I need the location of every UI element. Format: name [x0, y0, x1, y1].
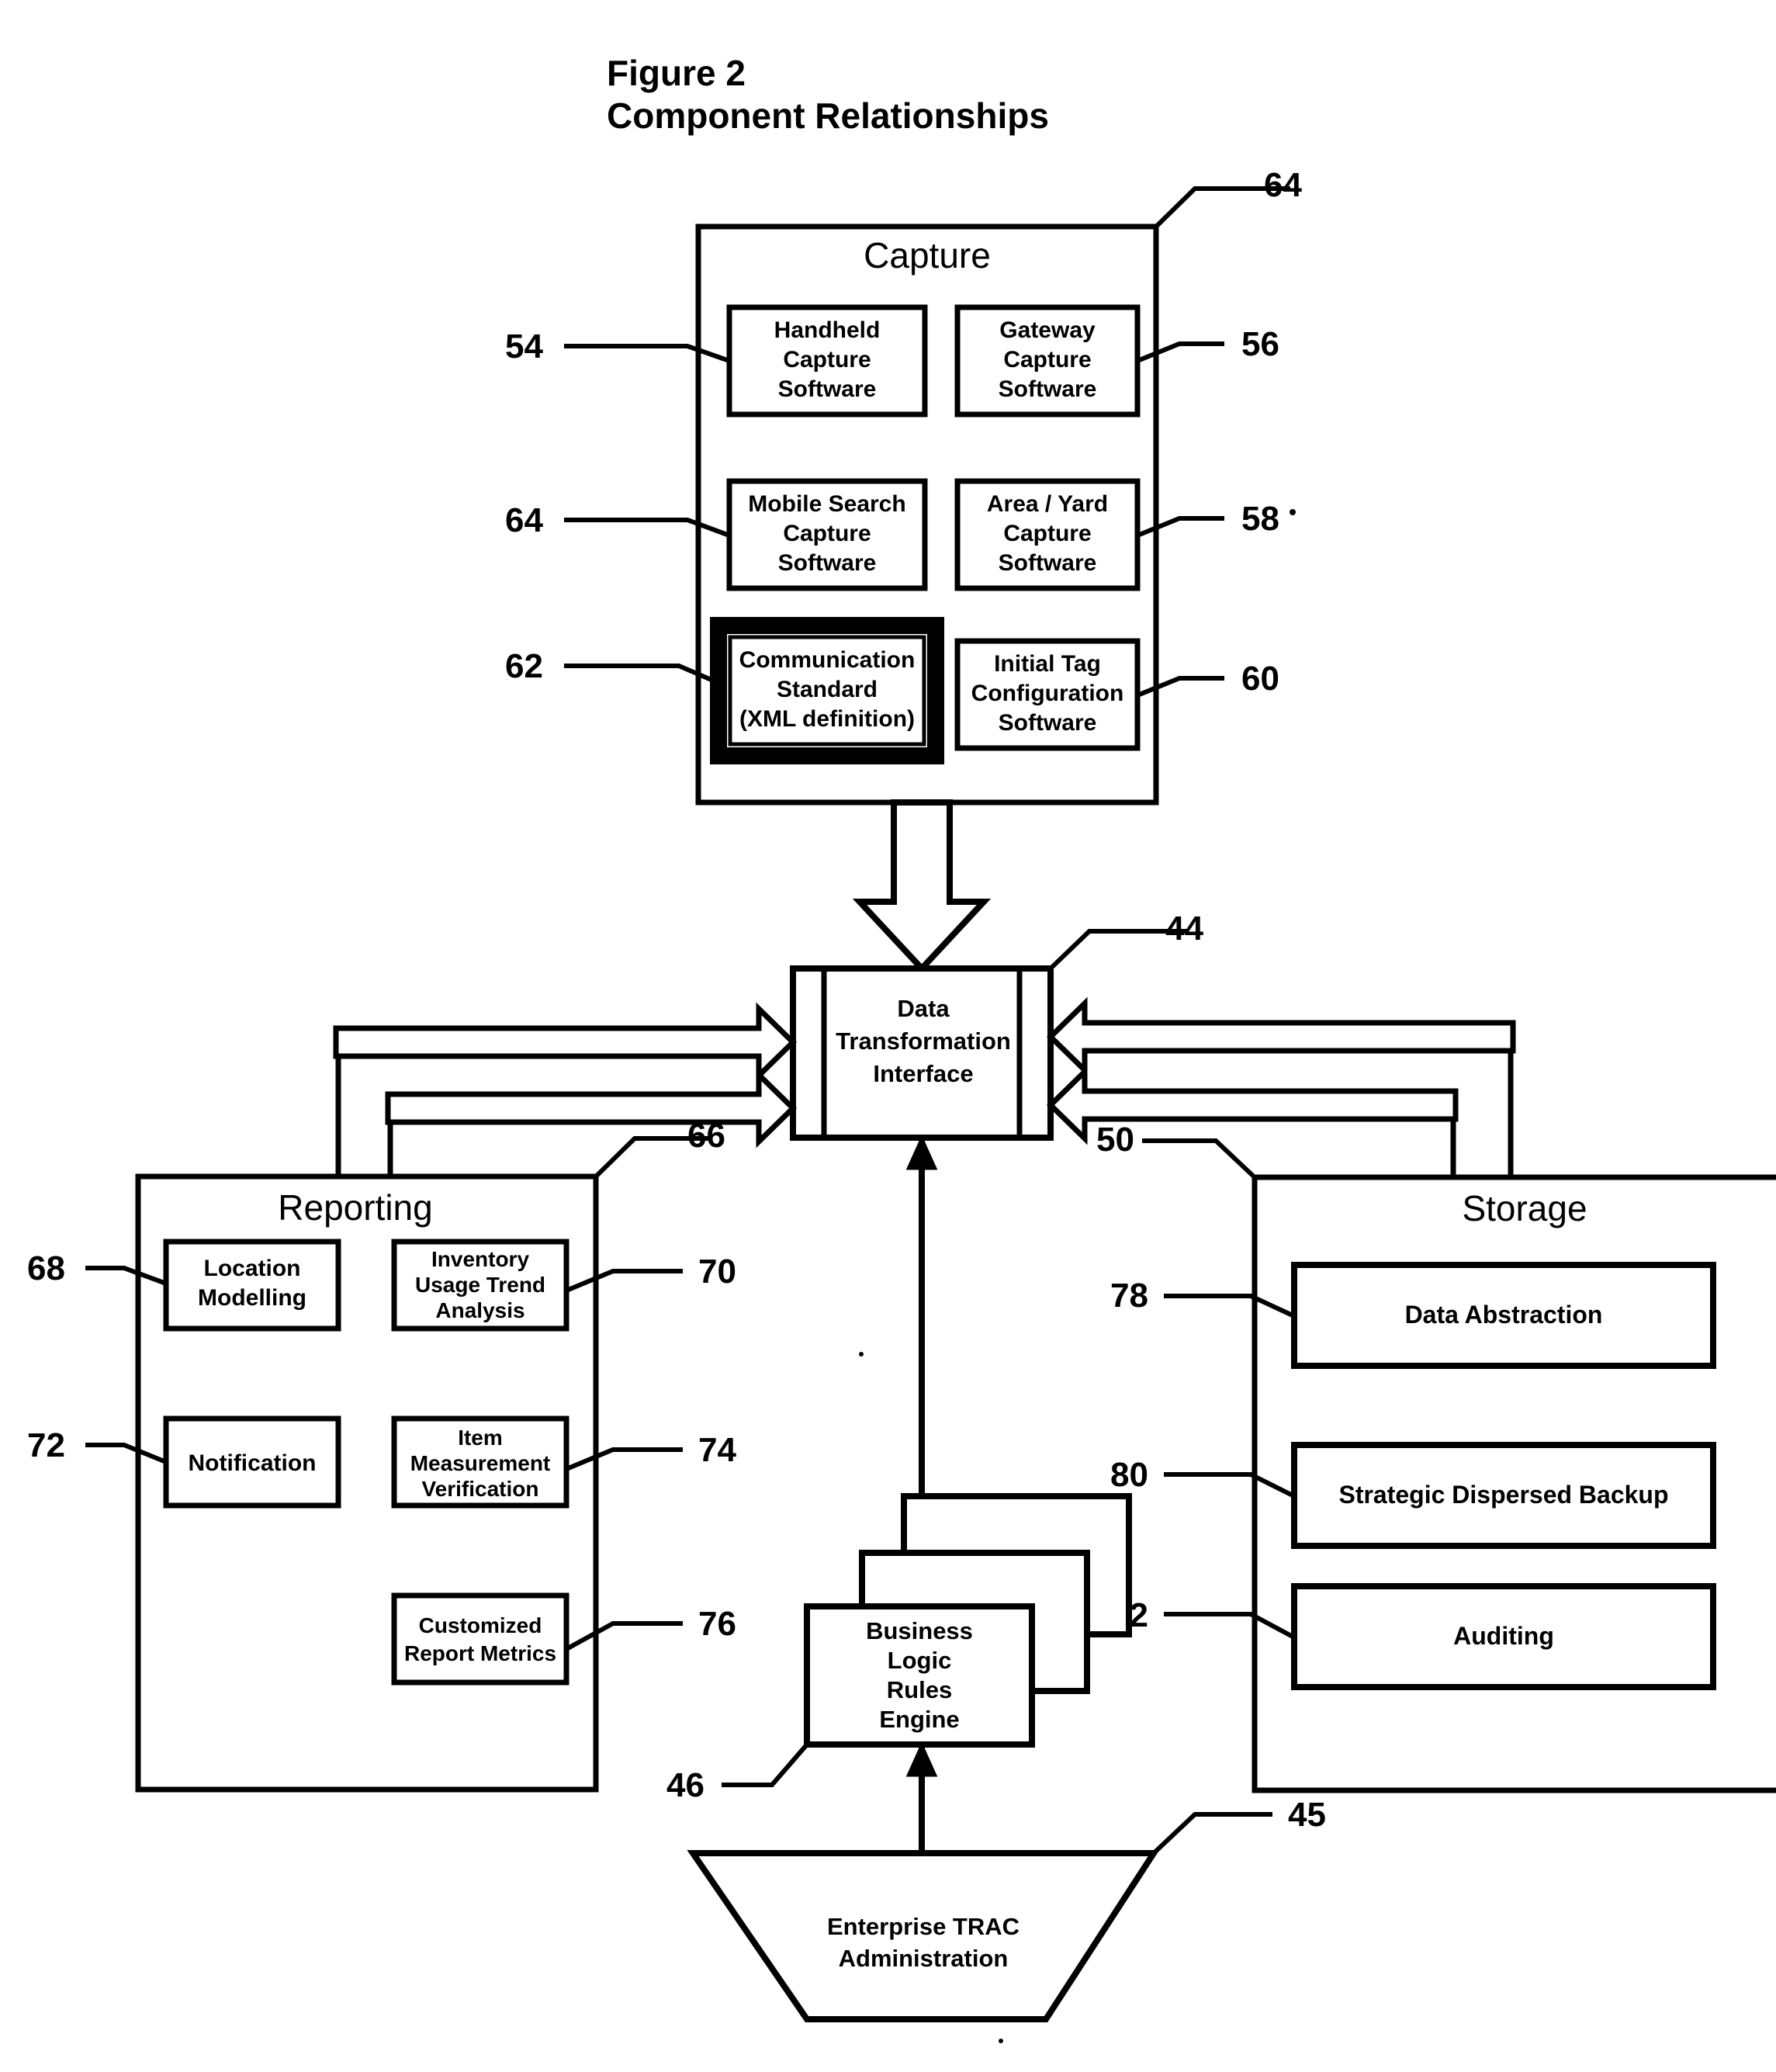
reporting-box-notification-line1: Notification: [189, 1450, 317, 1476]
arrow-capture-to-interface: [852, 799, 992, 973]
arrow-storage-to-interface-upper: [1046, 996, 1516, 1077]
reporting-box-customized-report-metrics: [391, 1592, 569, 1686]
capture-box-initial-tag-line1: Initial Tag: [994, 651, 1101, 677]
reporting-box-location-modelling-line2: Modelling: [198, 1285, 306, 1311]
ref-number-72: 72: [27, 1426, 65, 1464]
ref-number-66: 66: [687, 1117, 725, 1155]
reporting-box-inventory-usage-trend-line1: Inventory: [431, 1247, 529, 1271]
reporting-box-item-measurement-verification-line2: Measurement: [410, 1451, 551, 1475]
capture-box-area-yard-line3: Software: [999, 550, 1097, 576]
capture-box-communication-standard-line1: Communication: [739, 647, 916, 673]
reporting-box-inventory-usage-trend-line2: Usage Trend: [415, 1273, 545, 1297]
admin-label-line1: Enterprise TRAC: [827, 1913, 1020, 1940]
reporting-box-customized-report-metrics-line2: Report Metrics: [404, 1641, 556, 1665]
ref-number-54: 54: [505, 327, 543, 366]
leader-line-ref-62: [564, 664, 720, 685]
scan-speck-2: [859, 1352, 864, 1357]
ref-number-45: 45: [1288, 1796, 1326, 1834]
reporting-group: Reporting 66 Location Modelling 68 Inven…: [27, 1117, 736, 1793]
capture-group-label: Capture: [864, 235, 991, 275]
engine-label-line1: Business: [866, 1617, 973, 1644]
capture-box-gateway-line1: Gateway: [999, 317, 1096, 343]
arrow-reporting-to-interface-lower: [385, 1068, 798, 1149]
capture-box-gateway-line2: Capture: [1003, 347, 1091, 372]
arrow-reporting-to-interface-upper: [333, 1002, 798, 1083]
engine-label-line3: Rules: [887, 1676, 952, 1703]
ref-number-capture-64: 64: [1264, 166, 1302, 204]
reporting-group-label: Reporting: [278, 1187, 432, 1228]
reporting-box-item-measurement-verification-line1: Item: [458, 1426, 503, 1450]
storage-box-auditing-label: Auditing: [1453, 1622, 1554, 1650]
ref-number-70: 70: [698, 1253, 736, 1291]
scan-speck-3: [999, 2039, 1003, 2043]
interface-label-line1: Data: [897, 995, 950, 1022]
capture-box-mobile-search-line2: Capture: [783, 521, 871, 546]
capture-box-handheld-line2: Capture: [783, 347, 871, 372]
reporting-box-location-modelling-line1: Location: [204, 1256, 301, 1281]
scan-speck-1: [1290, 509, 1296, 515]
capture-box-handheld-line1: Handheld: [774, 317, 881, 343]
arrowhead-admin-to-engine: [905, 1741, 938, 1777]
interface-label-line2: Transformation: [836, 1027, 1011, 1055]
engine-label-line2: Logic: [888, 1647, 952, 1674]
capture-box-mobile-search-line1: Mobile Search: [748, 491, 905, 517]
capture-box-gateway-line3: Software: [999, 376, 1097, 402]
storage-box-strategic-dispersed-backup-label: Strategic Dispersed Backup: [1338, 1481, 1668, 1509]
ref-number-76: 76: [698, 1605, 736, 1643]
leader-line-ref-45: [1151, 1812, 1272, 1855]
capture-box-communication-standard-line2: Standard: [777, 677, 878, 702]
ref-number-64: 64: [505, 501, 543, 539]
leader-line-ref-46: [722, 1743, 809, 1787]
reporting-box-customized-report-metrics-line1: Customized: [419, 1613, 542, 1637]
storage-group-label: Storage: [1462, 1188, 1587, 1228]
figure-canvas: Figure 2 Component Relationships Capture…: [0, 0, 1776, 2072]
ref-number-80: 80: [1110, 1456, 1148, 1494]
capture-box-handheld-line3: Software: [778, 376, 877, 402]
business-logic-rules-engine: Business Logic Rules Engine 46: [666, 1493, 1132, 1804]
ref-number-78: 78: [1110, 1277, 1148, 1315]
reporting-box-inventory-usage-trend-line3: Analysis: [435, 1298, 524, 1322]
engine-label-line4: Engine: [879, 1706, 959, 1733]
ref-number-50: 50: [1096, 1121, 1134, 1159]
figure-title-line1: Figure 2: [607, 53, 746, 93]
ref-number-58: 58: [1241, 500, 1279, 538]
reporting-box-item-measurement-verification-line3: Verification: [422, 1477, 539, 1501]
figure-title-line2: Component Relationships: [607, 95, 1049, 136]
storage-box-data-abstraction-label: Data Abstraction: [1405, 1301, 1603, 1329]
ref-number-74: 74: [698, 1431, 736, 1469]
interface-label-line3: Interface: [873, 1060, 973, 1087]
arrowhead-engine-to-interface: [905, 1135, 938, 1170]
admin-label-line2: Administration: [839, 1945, 1009, 1972]
leader-line-storage-ref: [1142, 1138, 1257, 1180]
ref-number-62: 62: [505, 647, 543, 685]
capture-box-initial-tag-line3: Software: [999, 710, 1097, 736]
ref-number-46: 46: [666, 1766, 705, 1804]
enterprise-trac-administration: Enterprise TRAC Administration 45: [687, 1796, 1326, 2022]
ref-number-56: 56: [1241, 325, 1279, 363]
capture-box-communication-standard-line3: (XML definition): [739, 706, 915, 732]
capture-group: Capture 64 Handheld Capture Software 54 …: [505, 166, 1302, 806]
ref-number-68: 68: [27, 1249, 65, 1287]
capture-box-area-yard-line2: Capture: [1003, 521, 1091, 546]
capture-box-area-yard-line1: Area / Yard: [987, 491, 1108, 517]
capture-box-mobile-search-line3: Software: [778, 550, 877, 576]
storage-group: Storage 50 Data Abstraction 78 Strategic…: [1096, 1121, 1776, 1793]
patent-diagram-svg: Figure 2 Component Relationships Capture…: [27, 53, 1776, 2043]
capture-box-initial-tag-line2: Configuration: [971, 681, 1124, 706]
ref-number-60: 60: [1241, 660, 1279, 698]
ref-number-44: 44: [1165, 910, 1203, 948]
